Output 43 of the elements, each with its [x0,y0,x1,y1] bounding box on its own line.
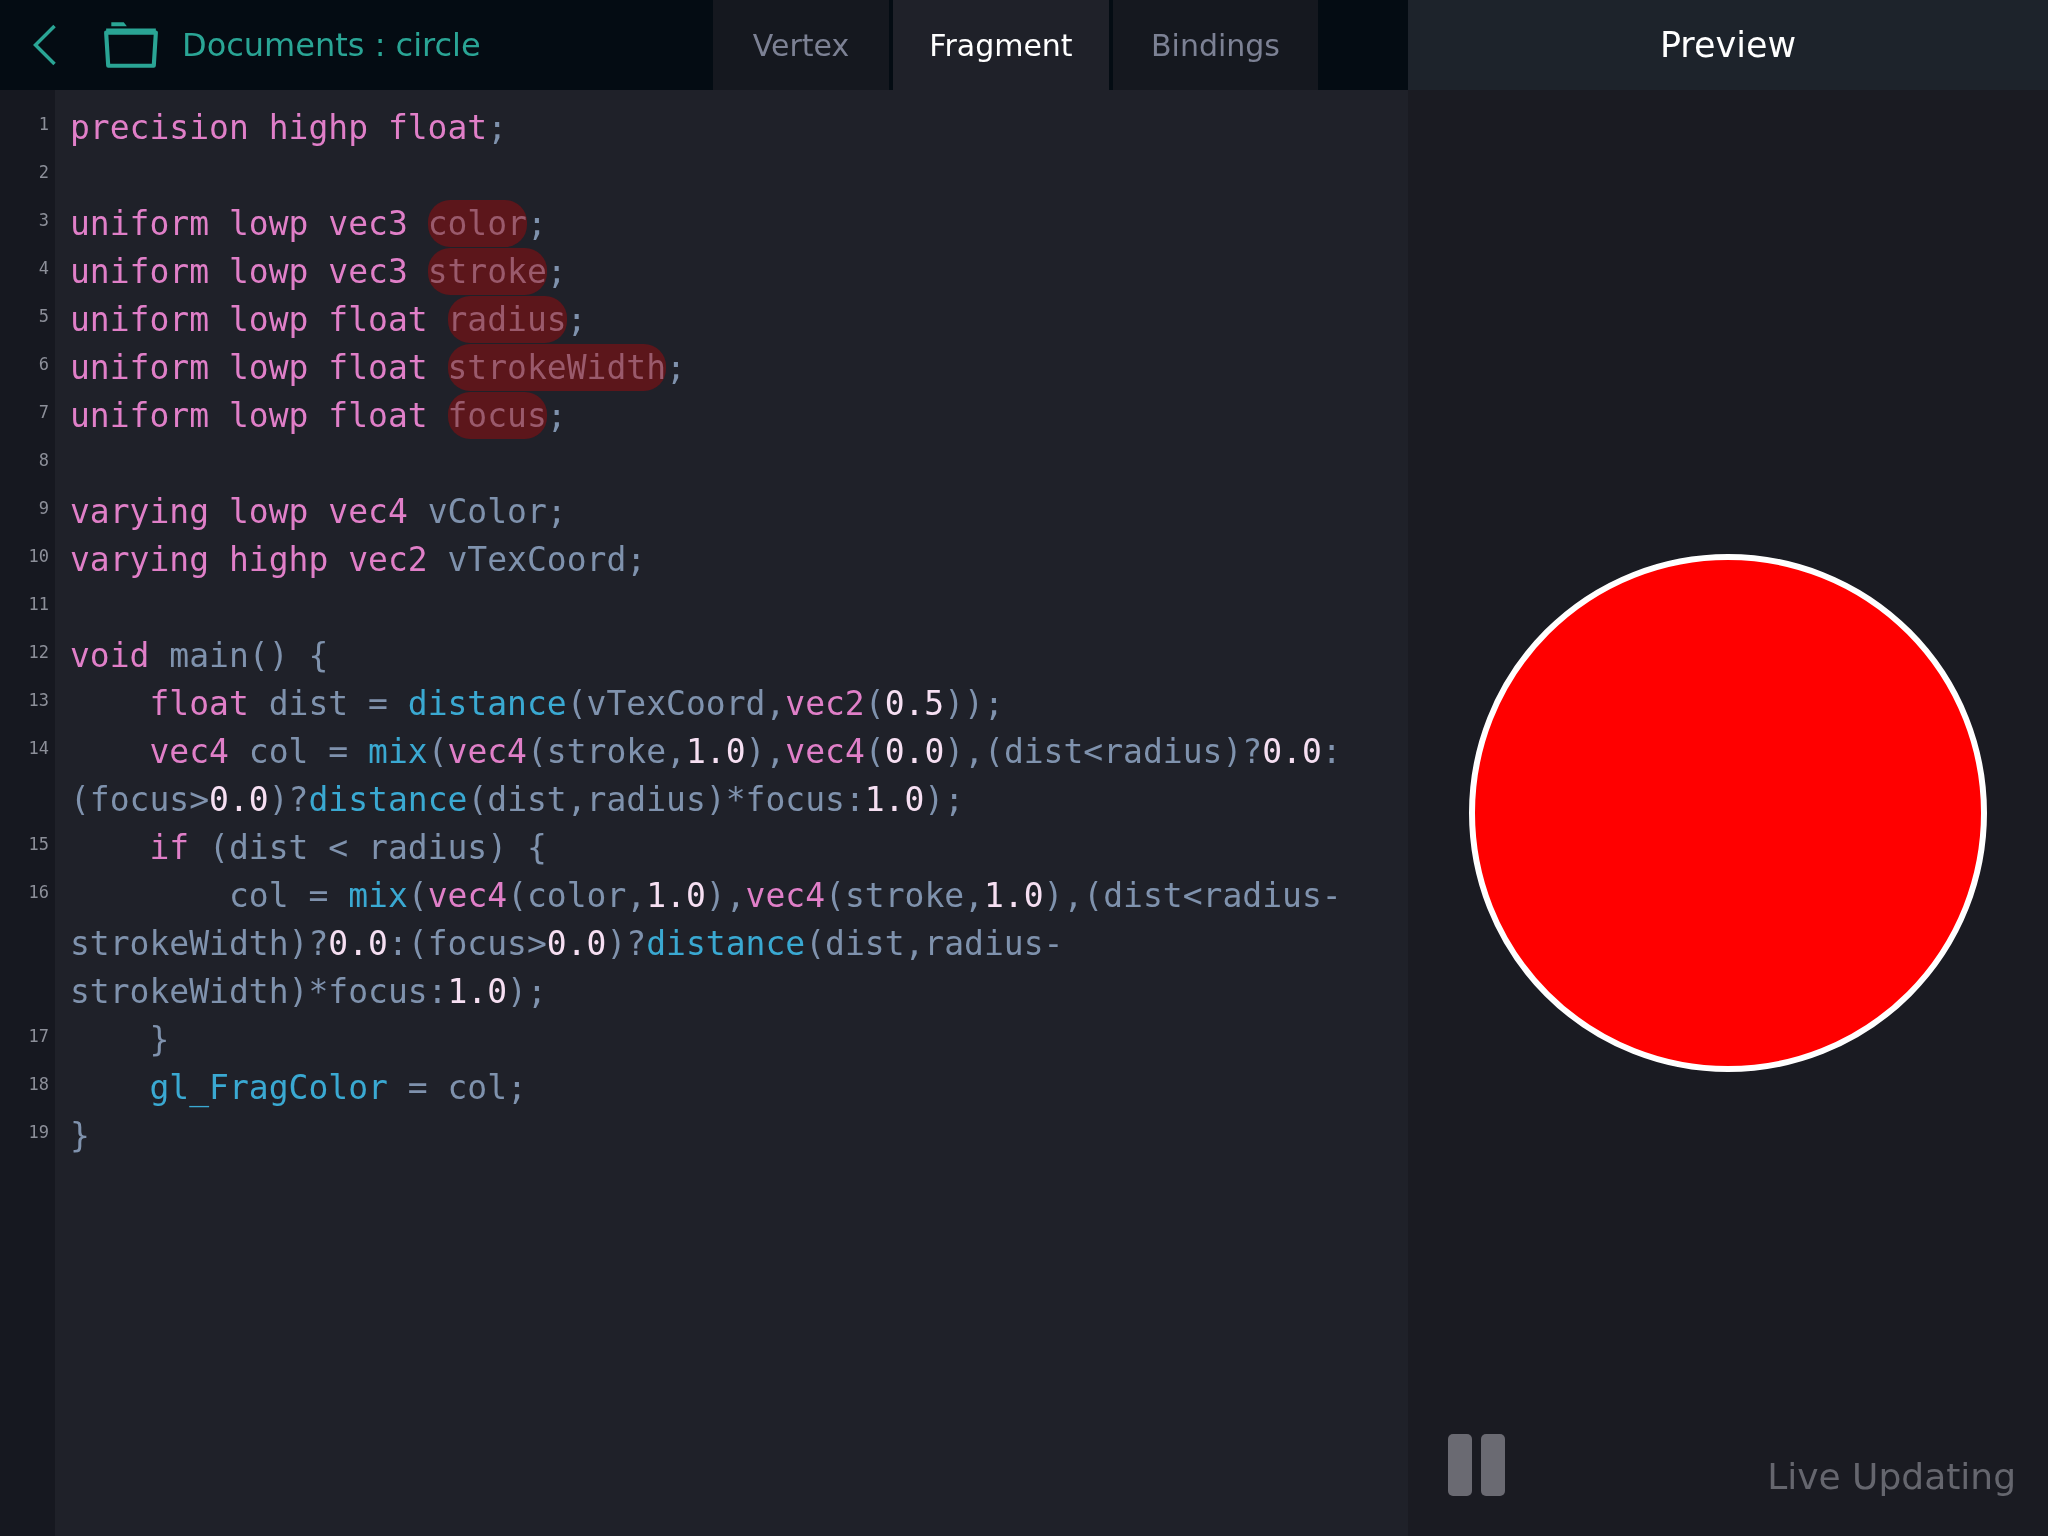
line-number: 3 [38,209,49,232]
line-number: 2 [38,161,49,184]
document-title: Documents : circle [182,26,481,64]
code-line: precision highp float; [70,107,509,149]
code-line: uniform lowp float focus; [70,392,1408,440]
editor-tab[interactable]: Vertex [713,0,889,90]
code-line: float dist = distance(vTexCoord,vec2(0.5)); [148,683,1005,725]
line-number: 7 [38,401,49,424]
line-number: 13 [28,689,49,712]
code-line: uniform lowp float radius; [70,296,1408,344]
folder-icon[interactable] [102,20,160,70]
code-line: } [148,1019,171,1061]
code-line: col = mix(vec4(color,1.0),vec4(stroke,1.0),(dist<radius- strokeWidth)?0.0:(focus>0.0)?distance(dist,radius- strokeWidth)*focus:1.0); [70,875,1343,1013]
line-number: 18 [28,1073,49,1096]
line-number: 12 [28,641,49,664]
line-number: 9 [38,497,49,520]
line-number: 14 [28,737,49,760]
preview-title: Preview [1659,25,1797,65]
code-line: varying highp vec2 vTexCoord; [70,539,648,581]
code-line: uniform lowp float strokeWidth; [70,344,1408,392]
code-line: uniform lowp vec3 stroke; [70,248,1408,296]
live-updating-label: Live Updating [1767,1455,2016,1497]
line-number: 17 [28,1025,49,1048]
code-line: uniform lowp vec3 color; [70,200,1408,248]
pause-icon[interactable] [1448,1434,1506,1496]
line-number: 16 [28,881,49,904]
line-number: 19 [28,1121,49,1144]
line-number: 1 [38,113,49,136]
code-line: gl_FragColor = col; [148,1067,528,1110]
line-number: 11 [28,593,49,616]
line-number: 15 [28,833,49,856]
line-number: 4 [38,257,49,280]
code-line: if (dist < radius) { [148,827,548,869]
line-number: 10 [28,545,49,568]
line-number: 8 [38,449,49,472]
editor-tab[interactable]: Bindings [1113,0,1318,90]
code-line: vec4 col = mix(vec4(stroke,1.0),vec4(0.0),(dist<radius)?0.0: (focus>0.0)?distance(dist,radius)*focus:1.0); [70,731,1343,821]
code-line: void main() { [70,635,330,677]
line-number: 6 [38,353,49,376]
code-line: } [70,1115,91,1157]
editor-tab[interactable]: Fragment [893,0,1109,90]
code-line: varying lowp vec4 vColor; [70,491,568,533]
line-number: 5 [38,305,49,328]
